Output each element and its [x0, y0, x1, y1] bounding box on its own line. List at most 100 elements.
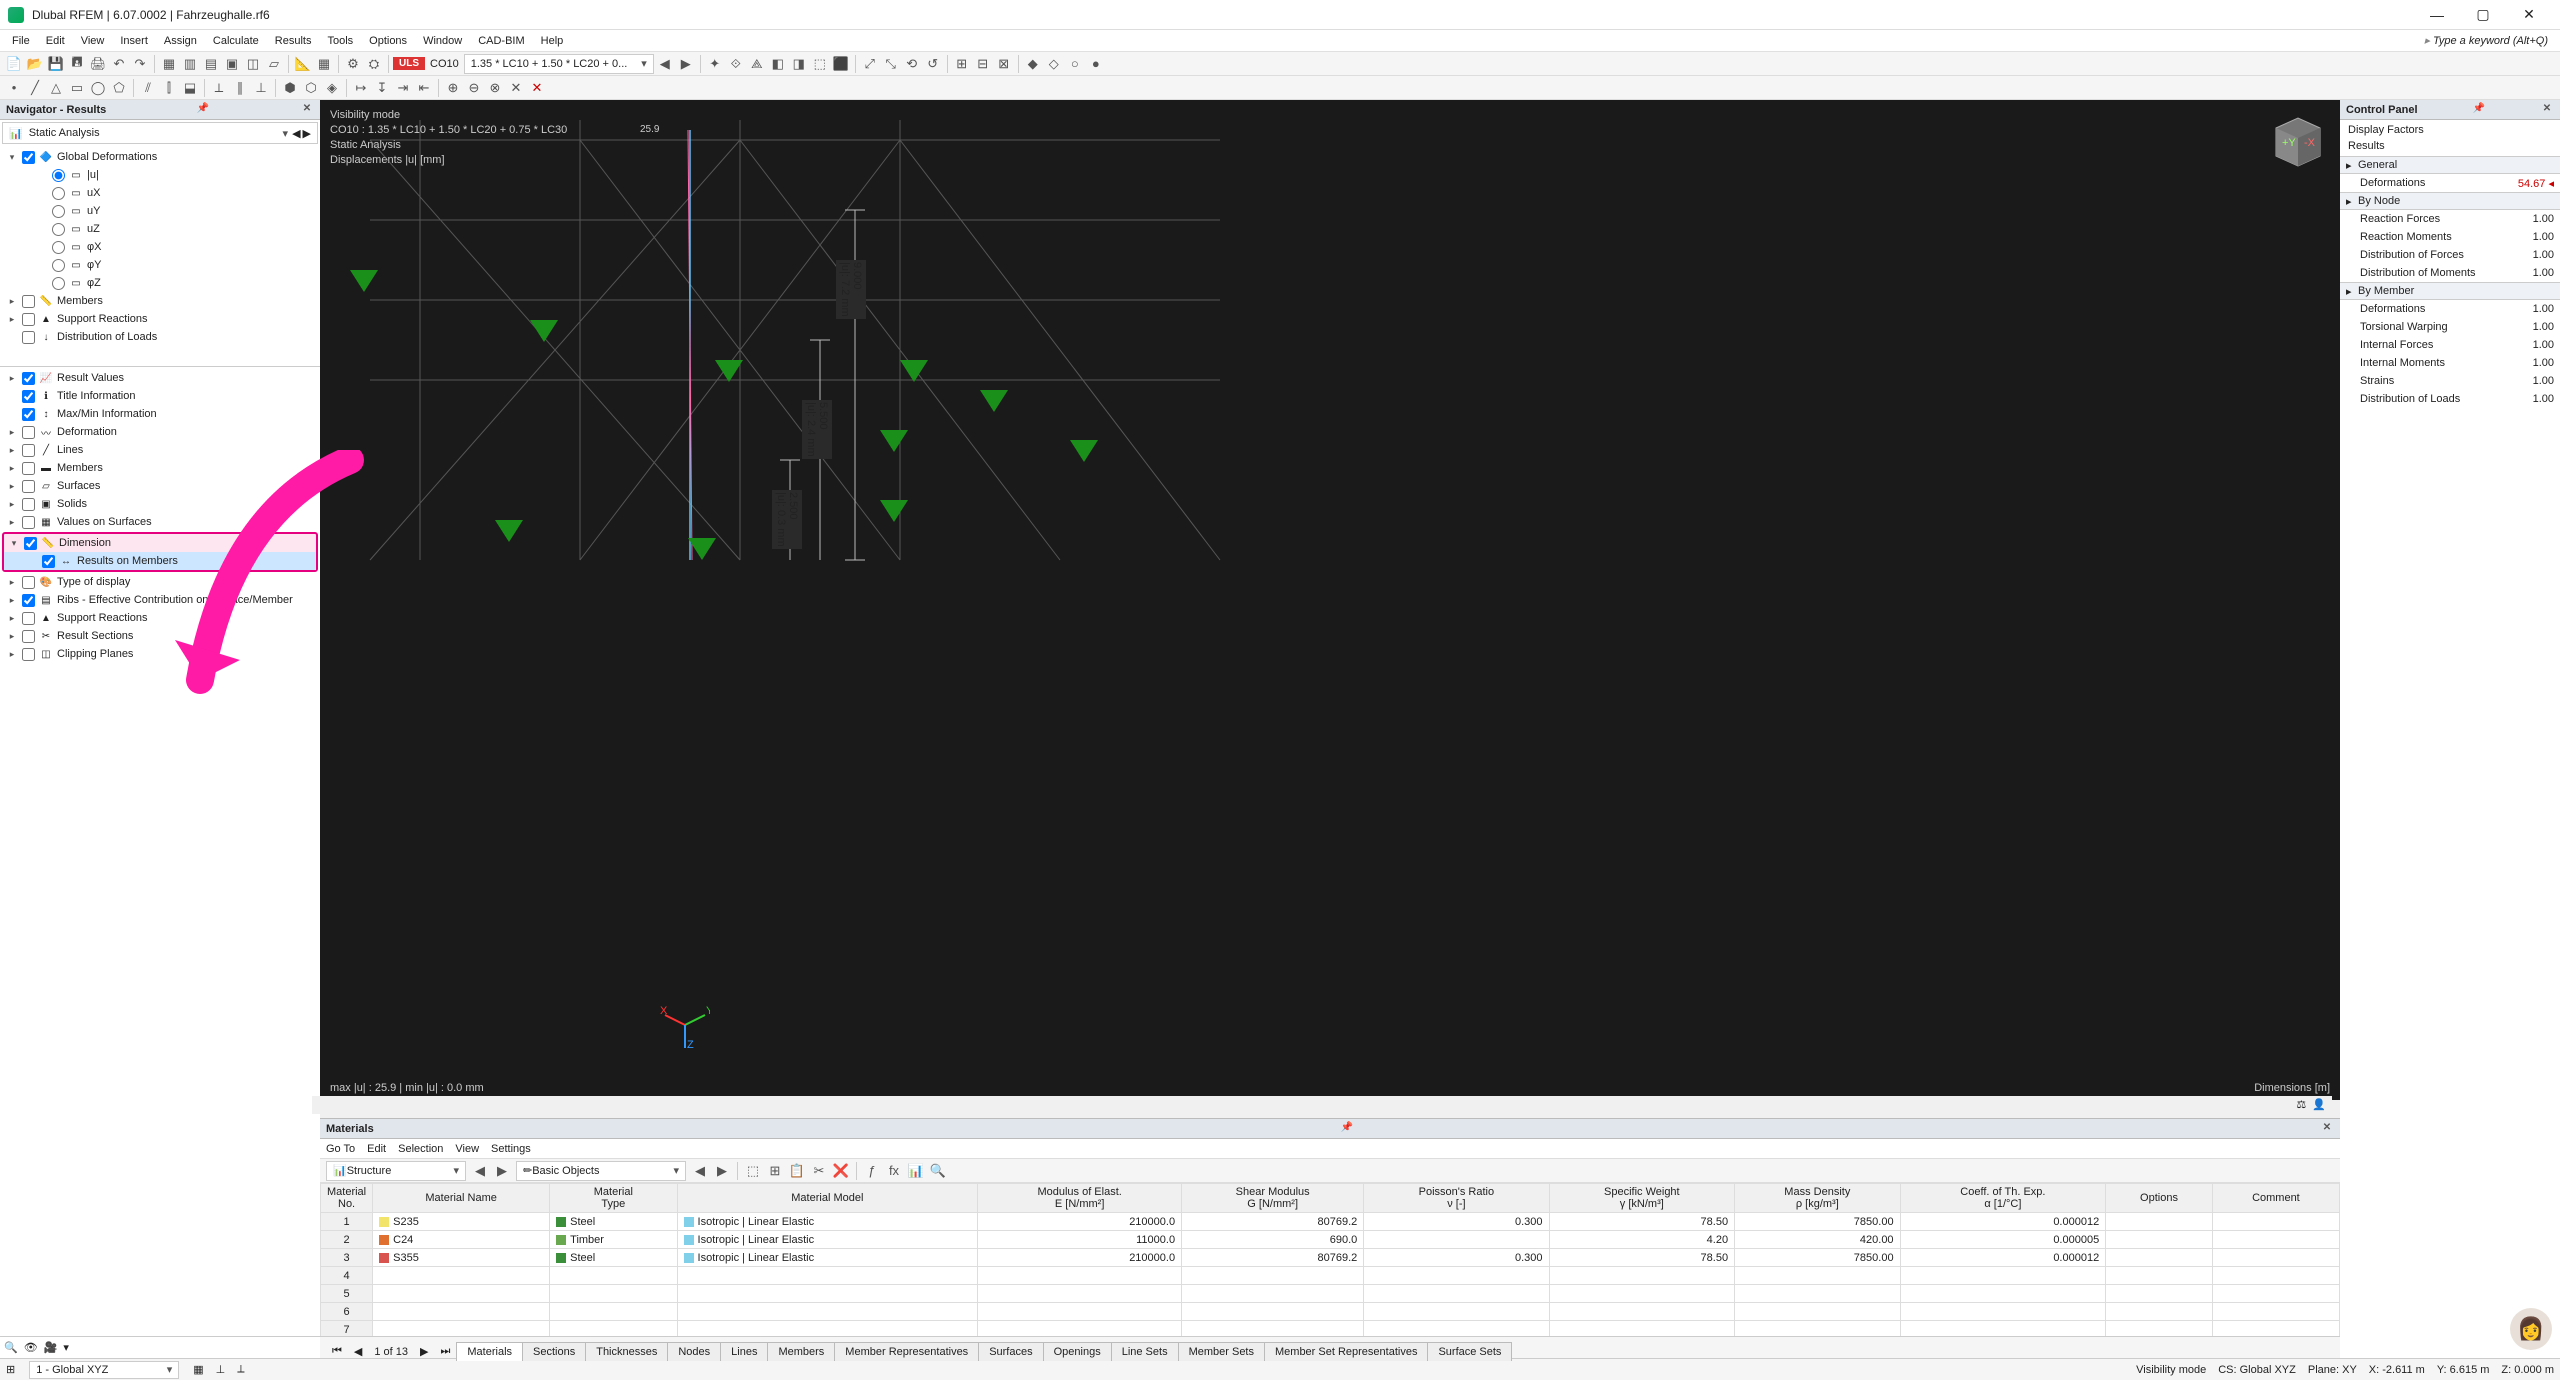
table-row[interactable]: 1 S235 Steel Isotropic | Linear Elastic …: [321, 1213, 2340, 1231]
tree-phiy[interactable]: ▭φY: [0, 256, 320, 274]
save-icon[interactable]: 💾: [46, 54, 66, 74]
tree-members[interactable]: ▸📏Members: [0, 292, 320, 310]
grid-icon[interactable]: ▦: [314, 54, 334, 74]
tab-member-representatives[interactable]: Member Representatives: [834, 1342, 979, 1361]
cp-row[interactable]: Deformations1.00: [2340, 300, 2560, 318]
mat-tb2-icon[interactable]: ⊞: [765, 1161, 785, 1181]
load-combo[interactable]: 1.35 * LC10 + 1.50 * LC20 + 0...▾: [464, 54, 654, 74]
vp-tool2-icon[interactable]: 👤: [2312, 1098, 2326, 1112]
view1-icon[interactable]: ▦: [159, 54, 179, 74]
mat-tb4-icon[interactable]: ✂: [809, 1161, 829, 1181]
t2-o-icon[interactable]: ◈: [322, 78, 342, 98]
tab-member-set-representatives[interactable]: Member Set Representatives: [1264, 1342, 1428, 1361]
mat-nextp-icon[interactable]: ▶: [414, 1345, 434, 1358]
print-icon[interactable]: 🖨: [88, 54, 108, 74]
mat-next2-icon[interactable]: ▶: [712, 1161, 732, 1181]
saveas-icon[interactable]: 🖪: [67, 54, 87, 74]
cp-row[interactable]: Deformations54.67 ◂: [2340, 174, 2560, 192]
mat-last-icon[interactable]: ⏭: [434, 1345, 456, 1358]
tree-results-on-members[interactable]: ↔Results on Members: [4, 552, 316, 570]
navtab-4-icon[interactable]: ▾: [63, 1341, 69, 1354]
prev-lc-icon[interactable]: ◀: [655, 54, 675, 74]
t2-c-icon[interactable]: △: [46, 78, 66, 98]
menu-insert[interactable]: Insert: [112, 33, 156, 49]
materials-grid[interactable]: MaterialNo.Material NameMaterialTypeMate…: [320, 1183, 2340, 1336]
navtab-2-icon[interactable]: 👁: [24, 1341, 38, 1354]
tree-maxmin[interactable]: ↕Max/Min Information: [0, 405, 320, 423]
t2-s-icon[interactable]: ⇤: [414, 78, 434, 98]
t2-i-icon[interactable]: ⬓: [180, 78, 200, 98]
close-button[interactable]: ✕: [2506, 0, 2552, 30]
cp-group[interactable]: ▸General: [2340, 156, 2560, 174]
meas-icon[interactable]: 📐: [293, 54, 313, 74]
tool-a-icon[interactable]: ✦: [705, 54, 725, 74]
mat-next-icon[interactable]: ▶: [492, 1161, 512, 1181]
t2-b-icon[interactable]: ╱: [25, 78, 45, 98]
minimize-button[interactable]: —: [2414, 0, 2460, 30]
t2-d-icon[interactable]: ▭: [67, 78, 87, 98]
t2-g-icon[interactable]: ⫽: [138, 78, 158, 98]
vp-tool1-icon[interactable]: ⚖: [2296, 1098, 2306, 1112]
mat-first-icon[interactable]: ⏮: [326, 1345, 348, 1358]
tree-uz[interactable]: ▭uZ: [0, 220, 320, 238]
t2-x-icon[interactable]: ✕: [527, 78, 547, 98]
tree-valsurf[interactable]: ▸▦Values on Surfaces: [0, 513, 320, 531]
table-row[interactable]: 3 S355 Steel Isotropic | Linear Elastic …: [321, 1249, 2340, 1267]
mat-tb5-icon[interactable]: ❌: [831, 1161, 851, 1181]
status-cs-icon[interactable]: ⊞: [6, 1363, 15, 1376]
menu-view[interactable]: View: [73, 33, 113, 49]
tree-supportreact[interactable]: ▸▲Support Reactions: [0, 310, 320, 328]
tab-sections[interactable]: Sections: [522, 1342, 586, 1361]
new-icon[interactable]: 📄: [4, 54, 24, 74]
menu-search[interactable]: ▸ Type a keyword (Alt+Q): [2424, 34, 2556, 47]
cp-close-icon[interactable]: ✕: [2540, 103, 2554, 117]
open-icon[interactable]: 📂: [25, 54, 45, 74]
cp-group[interactable]: ▸By Node: [2340, 192, 2560, 210]
tab-thicknesses[interactable]: Thicknesses: [585, 1342, 668, 1361]
mat-prev-icon[interactable]: ◀: [470, 1161, 490, 1181]
tool-d-icon[interactable]: ◧: [768, 54, 788, 74]
tool-f-icon[interactable]: ⬚: [810, 54, 830, 74]
table-row[interactable]: 4: [321, 1267, 2340, 1285]
cp-row[interactable]: Distribution of Loads1.00: [2340, 390, 2560, 408]
lc-icon[interactable]: ⚙: [343, 54, 363, 74]
t2-j-icon[interactable]: ⟂: [209, 78, 229, 98]
tab-members[interactable]: Members: [767, 1342, 835, 1361]
cp-row[interactable]: Internal Moments1.00: [2340, 354, 2560, 372]
tree-uy[interactable]: ▭uY: [0, 202, 320, 220]
cp-row[interactable]: Internal Forces1.00: [2340, 336, 2560, 354]
t2-l-icon[interactable]: ⊥: [251, 78, 271, 98]
cp-row[interactable]: Reaction Forces1.00: [2340, 210, 2560, 228]
mat-close-icon[interactable]: ✕: [2320, 1122, 2334, 1136]
tool-k-icon[interactable]: ↺: [923, 54, 943, 74]
t2-u-icon[interactable]: ⊖: [464, 78, 484, 98]
menu-edit[interactable]: Edit: [38, 33, 73, 49]
viewport-3d[interactable]: Visibility mode CO10 : 1.35 * LC10 + 1.5…: [320, 100, 2340, 1100]
tree-lines[interactable]: ▸╱Lines: [0, 441, 320, 459]
tool-n-icon[interactable]: ⊠: [994, 54, 1014, 74]
tree-titleinfo[interactable]: ℹTitle Information: [0, 387, 320, 405]
mat-combo1[interactable]: 📊 Structure▾: [326, 1161, 466, 1181]
t2-t-icon[interactable]: ⊕: [443, 78, 463, 98]
mat-tb6-icon[interactable]: ƒ: [862, 1161, 882, 1181]
t2-h-icon[interactable]: ⫿: [159, 78, 179, 98]
tree-members2[interactable]: ▸▬Members: [0, 459, 320, 477]
tab-openings[interactable]: Openings: [1043, 1342, 1112, 1361]
uls-badge[interactable]: ULS: [393, 57, 425, 70]
table-row[interactable]: 2 C24 Timber Isotropic | Linear Elastic …: [321, 1231, 2340, 1249]
tool-m-icon[interactable]: ⊟: [973, 54, 993, 74]
pin-icon[interactable]: 📌: [196, 103, 210, 117]
t2-m-icon[interactable]: ⬢: [280, 78, 300, 98]
mat-menu-goto[interactable]: Go To: [326, 1143, 355, 1155]
tree-phiz[interactable]: ▭φZ: [0, 274, 320, 292]
navcube-icon[interactable]: +Y -X: [2266, 110, 2330, 174]
t2-p-icon[interactable]: ↦: [351, 78, 371, 98]
mat-menu-view[interactable]: View: [455, 1143, 479, 1155]
tab-line-sets[interactable]: Line Sets: [1111, 1342, 1179, 1361]
tool-j-icon[interactable]: ⟲: [902, 54, 922, 74]
maximize-button[interactable]: ▢: [2460, 0, 2506, 30]
tree-dimension[interactable]: ▾📏Dimension: [4, 534, 316, 552]
tab-nodes[interactable]: Nodes: [667, 1342, 721, 1361]
mat-pin-icon[interactable]: 📌: [1340, 1122, 1354, 1136]
table-row[interactable]: 6: [321, 1303, 2340, 1321]
